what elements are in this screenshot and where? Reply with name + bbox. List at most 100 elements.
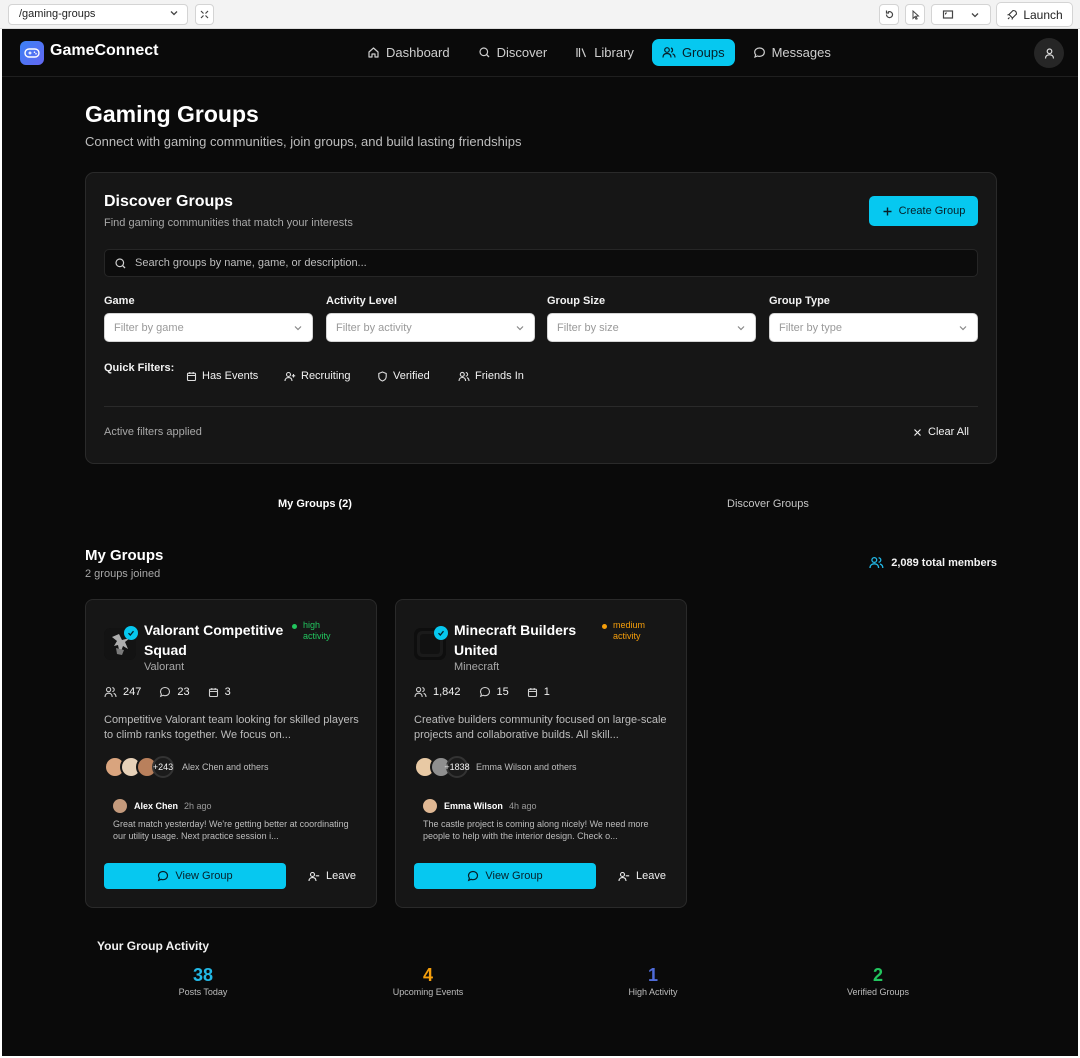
- chevron-down-icon: [736, 323, 746, 333]
- stat-upcoming-events: 4 Upcoming Events: [348, 964, 508, 997]
- group-stats: 247 23 3: [104, 686, 231, 698]
- quick-filters-label: Quick Filters:: [104, 362, 175, 374]
- stat-label: Verified Groups: [846, 987, 910, 997]
- user-plus-icon: [284, 371, 296, 382]
- users-icon: [104, 686, 117, 698]
- member-count-value: 1,842: [433, 686, 461, 698]
- filter-game-label: Game: [104, 295, 135, 307]
- filter-activity-label: Activity Level: [326, 295, 397, 307]
- select-button[interactable]: [905, 4, 925, 25]
- stat-value: 38: [192, 965, 214, 985]
- quick-filter-recruiting[interactable]: Recruiting: [284, 368, 351, 384]
- stat-label: Upcoming Events: [392, 987, 464, 997]
- post-count: 23: [159, 686, 190, 698]
- post-count-value: 23: [177, 686, 190, 698]
- browser-toolbar: /gaming-groups Launch: [0, 0, 1080, 29]
- view-group-button[interactable]: View Group: [414, 863, 596, 889]
- filter-activity-select[interactable]: Filter by activity: [326, 313, 535, 342]
- reload-button[interactable]: [879, 4, 899, 25]
- member-count: 1,842: [414, 686, 461, 698]
- viewport-button[interactable]: [931, 4, 991, 25]
- avatar: [423, 799, 437, 813]
- quick-filter-has-events[interactable]: Has Events: [186, 368, 258, 384]
- chevron-down-icon: [293, 323, 303, 333]
- nav-groups-label: Groups: [681, 45, 725, 60]
- cursor-icon: [910, 9, 921, 20]
- quick-filter-label: Friends In: [475, 370, 524, 382]
- post-time: 2h ago: [184, 801, 212, 811]
- create-group-button[interactable]: Create Group: [869, 196, 978, 226]
- stat-high-activity: 1 High Activity: [573, 964, 733, 997]
- url-text: /gaming-groups: [19, 8, 96, 20]
- activity-dot: [602, 624, 607, 629]
- page-subtitle: Connect with gaming communities, join gr…: [85, 134, 522, 149]
- launch-button[interactable]: Launch: [996, 2, 1073, 27]
- expand-button[interactable]: [195, 4, 214, 25]
- event-count-value: 1: [543, 686, 550, 698]
- library-icon: [575, 46, 588, 59]
- launch-label: Launch: [1023, 7, 1063, 22]
- users-icon: [869, 556, 884, 569]
- nav-messages[interactable]: Messages: [743, 39, 841, 66]
- my-groups-subtitle: 2 groups joined: [85, 568, 161, 580]
- stat-label: Posts Today: [178, 987, 228, 997]
- post-author: Emma Wilson 4h ago: [444, 801, 536, 811]
- my-groups-title: My Groups: [85, 547, 164, 564]
- extra-members-count: +1838: [444, 756, 470, 778]
- nav-library[interactable]: Library: [565, 39, 644, 66]
- filter-game-select[interactable]: Filter by game: [104, 313, 313, 342]
- group-card-valorant: Valorant Competitive Squad Valorant high…: [85, 599, 377, 908]
- nav-discover[interactable]: Discover: [468, 39, 558, 66]
- avatar: [113, 799, 127, 813]
- clear-all-button[interactable]: Clear All: [913, 426, 969, 438]
- nav-dashboard[interactable]: Dashboard: [357, 39, 460, 66]
- group-name[interactable]: Valorant Competitive Squad: [144, 620, 294, 660]
- group-name[interactable]: Minecraft Builders United: [454, 620, 604, 660]
- calendar-icon: [208, 687, 219, 698]
- message-icon: [159, 686, 171, 698]
- leave-group-button[interactable]: Leave: [610, 863, 674, 889]
- leave-group-button[interactable]: Leave: [300, 863, 364, 889]
- event-count: 1: [527, 686, 550, 698]
- view-group-button[interactable]: View Group: [104, 863, 286, 889]
- latest-post[interactable]: Alex Chen 2h ago Great match yesterday! W…: [104, 792, 360, 848]
- plus-icon: [882, 206, 893, 217]
- users-icon: [458, 371, 470, 382]
- users-icon: [662, 46, 676, 59]
- tab-my-groups[interactable]: My Groups (2): [278, 498, 352, 510]
- post-author-name: Alex Chen: [134, 801, 179, 811]
- main-nav: Dashboard Discover Library Groups Messag…: [357, 39, 841, 66]
- filter-type-placeholder: Filter by type: [779, 322, 842, 334]
- users-icon: [414, 686, 427, 698]
- user-minus-icon: [308, 871, 320, 882]
- view-group-label: View Group: [485, 870, 543, 882]
- nav-groups[interactable]: Groups: [651, 39, 735, 66]
- post-body: The castle project is coming along nicel…: [423, 819, 649, 841]
- discover-title: Discover Groups: [104, 193, 233, 210]
- search-input[interactable]: [135, 250, 965, 276]
- url-selector[interactable]: /gaming-groups: [8, 4, 188, 25]
- activity-text: high activity: [303, 620, 331, 641]
- message-icon: [753, 46, 766, 59]
- shield-icon: [377, 370, 388, 382]
- leave-label: Leave: [326, 870, 356, 882]
- calendar-icon: [527, 687, 538, 698]
- quick-filter-friends-in[interactable]: Friends In: [458, 368, 524, 384]
- calendar-icon: [186, 371, 197, 382]
- quick-filter-label: Verified: [393, 370, 430, 382]
- filter-size-select[interactable]: Filter by size: [547, 313, 756, 342]
- group-activity-title: Your Group Activity: [97, 939, 210, 953]
- message-icon: [467, 870, 479, 882]
- user-menu-button[interactable]: [1034, 38, 1064, 68]
- tab-discover-groups[interactable]: Discover Groups: [727, 498, 809, 510]
- verified-icon: [124, 626, 138, 640]
- member-count: 247: [104, 686, 141, 698]
- extra-members-count: +243: [152, 756, 174, 778]
- quick-filter-verified[interactable]: Verified: [377, 368, 430, 384]
- latest-post[interactable]: Emma Wilson 4h ago The castle project is …: [414, 792, 670, 848]
- group-game: Valorant: [144, 661, 185, 673]
- filter-type-select[interactable]: Filter by type: [769, 313, 978, 342]
- message-icon: [157, 870, 169, 882]
- filter-size-placeholder: Filter by size: [557, 322, 619, 334]
- app-window: GameConnect Dashboard Discover Library G…: [2, 29, 1078, 1056]
